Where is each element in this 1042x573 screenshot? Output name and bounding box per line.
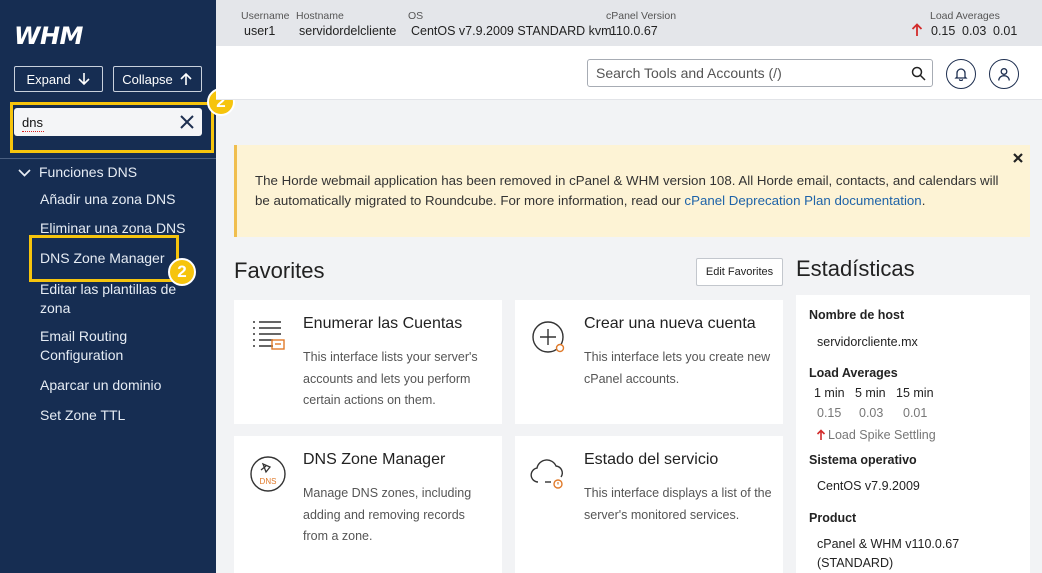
dns-icon: DNS <box>250 456 286 492</box>
cpanel-version-label: cPanel Version <box>606 10 677 22</box>
sidebar-item-set-zone-ttl[interactable]: Set Zone TTL <box>40 406 190 425</box>
category-funciones-dns[interactable]: Funciones DNS <box>18 164 137 180</box>
add-account-icon <box>532 321 565 353</box>
close-icon[interactable] <box>1012 152 1024 164</box>
chevron-down-icon <box>18 168 31 177</box>
card-description: This interface displays a list of the se… <box>584 486 772 522</box>
user-icon <box>998 68 1010 81</box>
search-highlight-box <box>10 102 214 153</box>
statistics-panel: Nombre de host servidorcliente.mx Load A… <box>796 295 1030 573</box>
hostname-value: servidordelcliente <box>299 24 397 38</box>
search-icon[interactable] <box>911 66 926 81</box>
cloud-status-icon <box>530 459 563 489</box>
favorite-card-service-status[interactable]: Estado del servicio This interface displ… <box>515 436 783 573</box>
load-spike-status: Load Spike Settling <box>816 428 936 442</box>
stat-hostname-label: Nombre de host <box>809 308 905 322</box>
stat-os-value: CentOS v7.9.2009 <box>817 479 920 493</box>
load-5min: 0.03 <box>962 24 987 38</box>
arrow-up-icon <box>180 72 192 85</box>
sidebar-item-edit-zone-templates[interactable]: Editar las plantillas de zona <box>40 280 190 318</box>
card-title: Enumerar las Cuentas <box>303 315 463 332</box>
expand-button[interactable]: Expand <box>14 66 103 92</box>
tool-search-input[interactable] <box>596 65 896 81</box>
load-spike-text: Load Spike Settling <box>828 428 936 442</box>
collapse-label: Collapse <box>122 71 173 87</box>
expand-label: Expand <box>26 71 71 87</box>
notice-end: . <box>921 192 926 208</box>
card-description: This interface lists your server's accou… <box>303 350 478 407</box>
os-label: OS <box>408 10 424 22</box>
svg-text:DNS: DNS <box>260 477 277 486</box>
header <box>216 46 1042 100</box>
sidebar-item-add-dns-zone[interactable]: Añadir una zona DNS <box>40 190 190 209</box>
collapse-button[interactable]: Collapse <box>113 66 202 92</box>
category-label: Funciones DNS <box>39 164 138 180</box>
card-description: This interface lets you create new cPane… <box>584 350 771 386</box>
username-value: user1 <box>244 24 276 38</box>
load-1min: 0.15 <box>931 24 956 38</box>
card-title: DNS Zone Manager <box>303 451 446 468</box>
load-averages-label: Load Averages <box>930 10 1000 22</box>
notifications-button[interactable] <box>946 59 976 89</box>
notice-text: The Horde webmail application has been r… <box>255 171 1015 210</box>
user-menu-button[interactable] <box>989 59 1019 89</box>
os-value: CentOS v7.9.2009 STANDARD kvm <box>411 24 612 38</box>
stat-period-5min: 5 min <box>855 386 886 400</box>
deprecation-plan-link[interactable]: cPanel Deprecation Plan documentation <box>684 193 921 208</box>
arrow-up-icon <box>911 23 923 36</box>
card-title: Crear una nueva cuenta <box>584 315 756 332</box>
stat-load-5min: 0.03 <box>859 406 884 420</box>
stat-load-1min: 0.15 <box>817 406 842 420</box>
sidebar-item-park-domain[interactable]: Aparcar un dominio <box>40 376 190 395</box>
deprecation-notice: The Horde webmail application has been r… <box>234 145 1030 237</box>
stat-period-1min: 1 min <box>814 386 845 400</box>
statistics-heading: Estadísticas <box>796 256 915 281</box>
stat-load-label: Load Averages <box>809 366 898 380</box>
load-15min: 0.01 <box>993 24 1018 38</box>
step-badge: 2 <box>168 258 196 286</box>
sidebar-item-email-routing[interactable]: Email Routing Configuration <box>40 327 190 365</box>
tool-search-box <box>587 59 933 87</box>
card-title: Estado del servicio <box>584 451 719 468</box>
server-info-bar: Username user1 Hostname servidordelclien… <box>216 0 1042 46</box>
username-label: Username <box>241 10 290 22</box>
stat-os-label: Sistema operativo <box>809 453 917 467</box>
list-accounts-icon <box>253 321 285 350</box>
favorite-card-dns-zone-manager[interactable]: DNS DNS Zone Manager Manage DNS zones, i… <box>234 436 502 573</box>
hostname-label: Hostname <box>296 10 344 22</box>
stat-period-15min: 15 min <box>896 386 934 400</box>
stat-hostname-value: servidorcliente.mx <box>817 335 918 349</box>
cpanel-version-value: 110.0.67 <box>610 24 658 38</box>
card-description: Manage DNS zones, including adding and r… <box>303 486 472 543</box>
bell-icon <box>954 68 968 81</box>
favorite-card-list-accounts[interactable]: Enumerar las Cuentas This interface list… <box>234 300 502 424</box>
dns-zone-manager-highlight-box <box>29 235 179 282</box>
sidebar: WHM Expand Collapse 2 Funciones DNS Añad… <box>0 0 235 573</box>
sidebar-divider <box>0 158 216 159</box>
edit-favorites-button[interactable]: Edit Favorites <box>696 258 783 286</box>
stat-load-15min: 0.01 <box>903 406 928 420</box>
arrow-up-icon <box>816 429 826 440</box>
stat-product-value: cPanel & WHM v110.0.67 (STANDARD) <box>817 537 960 570</box>
whm-logo[interactable]: WHM <box>14 22 83 50</box>
favorite-card-create-account[interactable]: Crear una nueva cuenta This interface le… <box>515 300 783 424</box>
stat-product-label: Product <box>809 511 857 525</box>
favorites-heading: Favorites <box>234 258 325 283</box>
arrow-down-icon <box>77 73 90 86</box>
